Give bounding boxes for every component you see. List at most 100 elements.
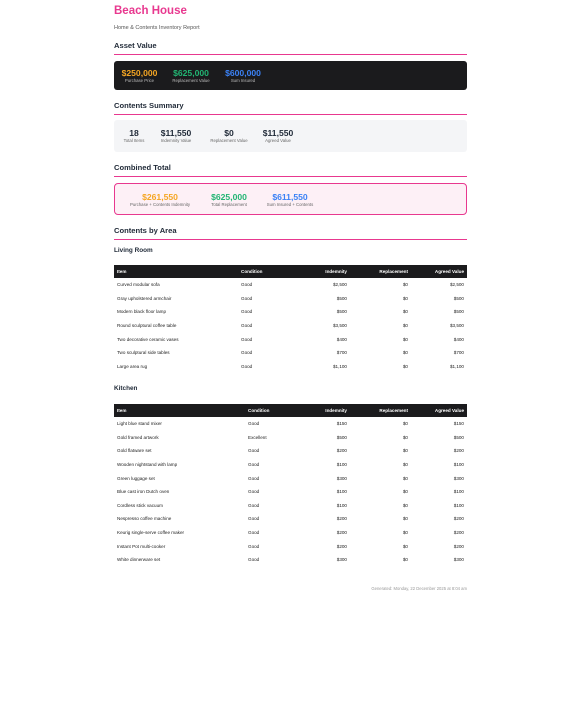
cell-replacement: $0 bbox=[402, 475, 408, 481]
total-items-stat: 18 Total Items bbox=[118, 128, 150, 144]
cell-indemnity: $200 bbox=[336, 543, 347, 549]
purchase-contents-stat: $261,550 Purchase + Contents Indemnity bbox=[121, 192, 199, 208]
cell-condition: Good bbox=[248, 489, 260, 495]
cell-replacement: $0 bbox=[402, 434, 408, 440]
cell-item: Wooden nightstand with lamp bbox=[117, 462, 178, 468]
kitchen-table: Item Condition Indemnity Replacement Agr… bbox=[114, 404, 467, 567]
table-row: Two decorative ceramic vases Good $400 $0 $4… bbox=[114, 332, 467, 346]
stat-label: Indemnity Value bbox=[160, 138, 192, 143]
cell-indemnity: $300 bbox=[336, 475, 347, 481]
cell-agreed-value: $200 bbox=[453, 516, 464, 522]
column-header-condition: Condition bbox=[241, 269, 263, 274]
column-header-agreed-value: Agreed Value bbox=[434, 269, 464, 274]
cell-replacement: $0 bbox=[402, 530, 408, 536]
cell-agreed-value: $700 bbox=[453, 350, 464, 356]
stat-value: $625,000 bbox=[173, 68, 209, 78]
cell-replacement: $0 bbox=[402, 363, 408, 369]
cell-condition: Good bbox=[241, 336, 253, 342]
stat-label: Purchase Price bbox=[124, 78, 155, 83]
table-header-row: Item Condition Indemnity Replacement Agr… bbox=[114, 404, 467, 417]
column-header-indemnity: Indemnity bbox=[325, 408, 347, 413]
cell-replacement: $0 bbox=[402, 489, 408, 495]
combined-total-card: $261,550 Purchase + Contents Indemnity $… bbox=[114, 183, 467, 215]
cell-item: Instant Pot multi-cooker bbox=[117, 543, 166, 549]
table-row: Gray upholstered armchair Good $500 $0 $500 bbox=[114, 292, 467, 306]
replacement-value-stat: $625,000 Replacement Value bbox=[167, 68, 215, 84]
cell-item: Two sculptural side tables bbox=[117, 350, 170, 356]
table-row: White dinnerware set Good $300 $0 $300 bbox=[114, 553, 467, 567]
column-header-item: Item bbox=[117, 269, 127, 274]
cell-item: Gold flatware set bbox=[117, 448, 152, 454]
contents-by-area-heading: Contents by Area bbox=[114, 226, 467, 240]
stat-value: $11,550 bbox=[262, 128, 294, 138]
cell-indemnity: $400 bbox=[336, 336, 347, 342]
cell-condition: Good bbox=[248, 543, 260, 549]
cell-indemnity: $100 bbox=[336, 462, 347, 468]
table-row: Large area rug Good $1,100 $0 $1,100 bbox=[114, 360, 467, 374]
replacement-value-stat: $0 Replacement Value bbox=[205, 128, 253, 144]
cell-indemnity: $700 bbox=[336, 350, 347, 356]
cell-replacement: $0 bbox=[402, 336, 408, 342]
asset-value-heading: Asset Value bbox=[114, 41, 467, 55]
cell-item: Cordless stick vacuum bbox=[117, 502, 163, 508]
cell-item: Round sculptural coffee table bbox=[117, 323, 177, 329]
table-row: Light blue stand mixer Good $150 $0 $150 bbox=[114, 417, 467, 431]
cell-item: Keurig single-serve coffee maker bbox=[117, 530, 185, 536]
total-replacement-stat: $625,000 Total Replacement bbox=[206, 192, 252, 208]
cell-replacement: $0 bbox=[402, 323, 408, 329]
table-row: Blue cast iron Dutch oven Good $100 $0 $100 bbox=[114, 485, 467, 499]
area-title-kitchen: Kitchen bbox=[114, 385, 138, 392]
sum-insured-stat: $600,000 Sum Insured bbox=[223, 68, 263, 84]
table-row: Gold framed artwork Excellent $500 $0 $500 bbox=[114, 431, 467, 445]
generated-timestamp: Generated: Monday, 22 December 2025 at 8… bbox=[371, 586, 467, 591]
table-row: Gold flatware set Good $200 $0 $200 bbox=[114, 444, 467, 458]
cell-agreed-value: $100 bbox=[453, 502, 464, 508]
cell-agreed-value: $300 bbox=[453, 557, 464, 563]
cell-condition: Good bbox=[248, 462, 260, 468]
table-row: Green luggage set Good $300 $0 $300 bbox=[114, 471, 467, 485]
stat-label: Replacement Value bbox=[172, 78, 210, 83]
stat-value: $11,550 bbox=[160, 128, 192, 138]
column-header-replacement: Replacement bbox=[379, 408, 408, 413]
page-title: Beach House bbox=[114, 5, 187, 17]
table-row: Modern black floor lamp Good $500 $0 $500 bbox=[114, 305, 467, 319]
cell-agreed-value: $1,100 bbox=[449, 363, 464, 369]
asset-value-card: $250,000 Purchase Price $625,000 Replace… bbox=[114, 61, 467, 90]
table-row: Cordless stick vacuum Good $100 $0 $100 bbox=[114, 499, 467, 513]
sum-insured-contents-stat: $611,550 Sum Insured + Contents bbox=[261, 192, 319, 208]
cell-replacement: $0 bbox=[402, 309, 408, 315]
stat-value: $625,000 bbox=[211, 192, 247, 202]
cell-condition: Good bbox=[241, 295, 253, 301]
stat-label: Total Replacement bbox=[211, 202, 247, 207]
stat-value: $611,550 bbox=[272, 192, 308, 202]
cell-condition: Good bbox=[241, 282, 253, 288]
area-title-living-room: Living Room bbox=[114, 247, 153, 254]
cell-condition: Good bbox=[248, 502, 260, 508]
cell-indemnity: $200 bbox=[336, 516, 347, 522]
cell-item: Large area rug bbox=[117, 363, 148, 369]
cell-replacement: $0 bbox=[402, 448, 408, 454]
table-row: Keurig single-serve coffee maker Good $200… bbox=[114, 526, 467, 540]
cell-agreed-value: $100 bbox=[453, 489, 464, 495]
cell-item: White dinnerware set bbox=[117, 557, 161, 563]
cell-condition: Good bbox=[248, 448, 260, 454]
cell-item: Gold framed artwork bbox=[117, 434, 159, 440]
cell-indemnity: $100 bbox=[336, 489, 347, 495]
stat-label: Replacement Value bbox=[210, 138, 248, 143]
stat-value: $0 bbox=[224, 128, 234, 138]
cell-agreed-value: $100 bbox=[453, 462, 464, 468]
table-row: Two sculptural side tables Good $700 $0 $700 bbox=[114, 346, 467, 360]
table-row: Nespresso coffee machine Good $200 $0 $200 bbox=[114, 512, 467, 526]
cell-condition: Good bbox=[248, 530, 260, 536]
cell-agreed-value: $500 bbox=[453, 309, 464, 315]
contents-summary-card: 18 Total Items $11,550 Indemnity Value $… bbox=[114, 120, 467, 152]
cell-replacement: $0 bbox=[402, 502, 408, 508]
cell-item: Two decorative ceramic vases bbox=[117, 336, 179, 342]
living-room-table-body: Curved modular sofa Good $2,500 $0 $2,500 Gra… bbox=[114, 278, 467, 373]
agreed-value-stat: $11,550 Agreed Value bbox=[259, 128, 297, 144]
cell-agreed-value: $400 bbox=[453, 336, 464, 342]
cell-condition: Excellent bbox=[248, 434, 267, 440]
stat-label: Sum Insured + Contents bbox=[266, 202, 314, 207]
combined-total-heading: Combined Total bbox=[114, 163, 467, 177]
cell-item: Nespresso coffee machine bbox=[117, 516, 172, 522]
